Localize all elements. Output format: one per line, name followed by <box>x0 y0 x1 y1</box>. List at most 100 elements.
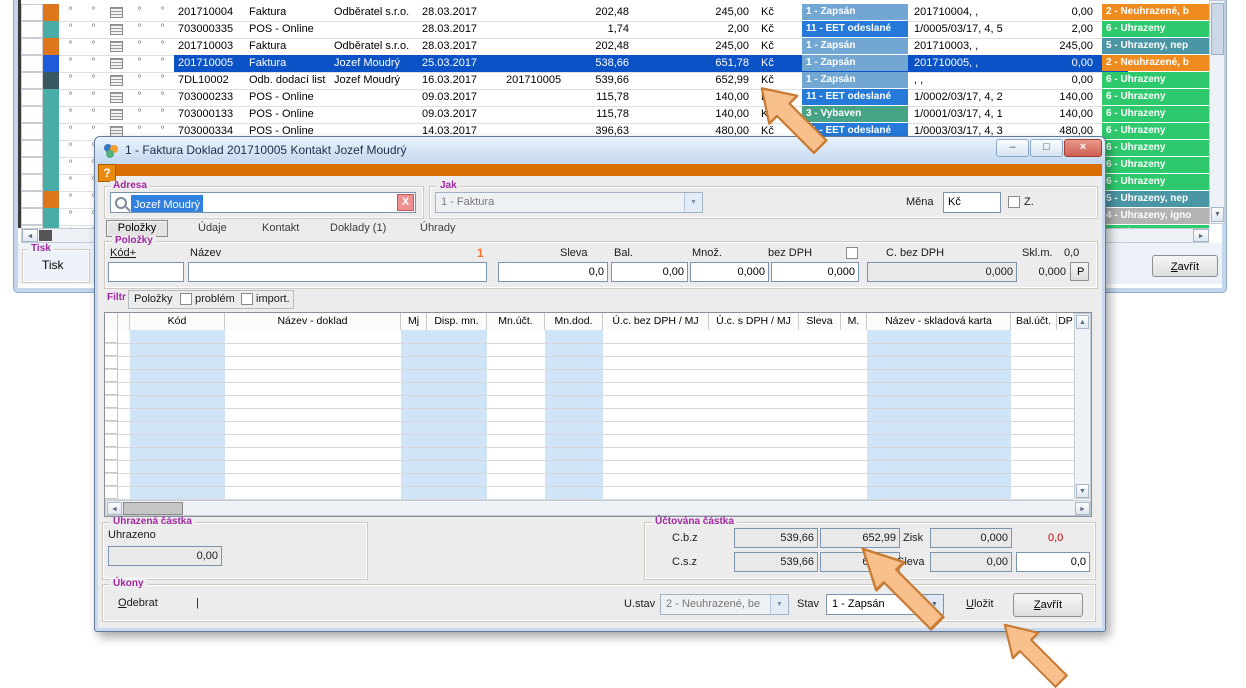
tab-udaje[interactable]: Údaje <box>198 222 227 234</box>
bal-input[interactable]: 0,00 <box>611 262 688 282</box>
items-hscroll-left-icon[interactable]: ◄ <box>107 502 122 515</box>
cell-date: 09.03.2017 <box>418 89 502 106</box>
save-button[interactable]: Uložit <box>966 598 994 610</box>
items-column-header: Bal.účt. <box>1011 313 1057 330</box>
items-row[interactable] <box>105 343 1074 357</box>
problem-checkbox[interactable] <box>180 293 192 305</box>
items-row-selector[interactable] <box>105 460 118 473</box>
items-row-selector[interactable] <box>105 421 118 434</box>
items-row-selector[interactable] <box>105 473 118 486</box>
ustav-dropdown-icon: ▼ <box>770 595 788 614</box>
kod-label[interactable]: Kód+ <box>110 247 136 259</box>
bezdph-input[interactable]: 0,000 <box>771 262 859 282</box>
cell-a2: 140,00 <box>633 89 753 106</box>
mena-input[interactable]: Kč <box>943 192 1001 213</box>
table-row[interactable]: °°°°703000233POS - Online09.03.2017115,7… <box>21 89 1209 107</box>
document-icon <box>105 89 128 106</box>
items-row-selector[interactable] <box>105 434 118 447</box>
main-hscroll-left-icon[interactable]: ◄ <box>22 229 38 242</box>
row-index-cell <box>21 72 43 89</box>
cbz-value-2: 652,99 <box>820 528 900 548</box>
cell-contact: Jozef Moudrý <box>330 55 418 72</box>
cell-a1: 539,66 <box>585 72 633 89</box>
main-hscroll-right-icon[interactable]: ► <box>1193 229 1209 242</box>
items-row[interactable] <box>105 369 1074 383</box>
main-vscrollbar[interactable]: ▼ <box>1209 0 1225 224</box>
dialog-titlebar[interactable]: 1 - Faktura Doklad 201710005 Kontakt Joz… <box>95 137 1105 164</box>
minimize-button[interactable]: – <box>996 139 1029 157</box>
items-row[interactable] <box>105 434 1074 448</box>
items-row[interactable] <box>105 447 1074 461</box>
items-row-selector[interactable] <box>105 447 118 460</box>
ustav-combobox[interactable]: 2 - Neuhrazené, be ▼ <box>660 594 789 615</box>
items-row-selector[interactable] <box>105 395 118 408</box>
tab-doklady[interactable]: Doklady (1) <box>330 222 386 234</box>
tab-uhrady[interactable]: Úhrady <box>420 222 455 234</box>
items-row-selector[interactable] <box>105 486 118 499</box>
import-checkbox[interactable] <box>241 293 253 305</box>
main-vscroll-thumb[interactable] <box>1211 3 1224 55</box>
nazev-input[interactable] <box>188 262 487 282</box>
items-row[interactable] <box>105 330 1074 344</box>
items-row[interactable] <box>105 421 1074 435</box>
maximize-button[interactable]: □ <box>1030 139 1063 157</box>
close-button[interactable]: × <box>1064 139 1102 157</box>
cell-a3: 0,00 <box>1028 4 1097 21</box>
clear-address-icon[interactable]: X <box>397 194 414 211</box>
items-column-header: Název - doklad <box>225 313 401 330</box>
row-color-swatch <box>43 140 59 157</box>
main-vscroll-down-icon[interactable]: ▼ <box>1211 207 1224 222</box>
jak-combobox[interactable]: 1 - Faktura ▼ <box>435 192 703 213</box>
items-row-selector[interactable] <box>105 343 118 356</box>
kod-input[interactable] <box>108 262 184 282</box>
items-hscroll-thumb[interactable] <box>123 502 183 515</box>
items-row[interactable] <box>105 395 1074 409</box>
main-close-button[interactable]: Zavřít <box>1152 255 1218 277</box>
items-row[interactable] <box>105 356 1074 370</box>
items-vscrollbar[interactable]: ▲▼ <box>1074 313 1091 499</box>
sleva-pct-input[interactable]: 0,0 <box>1016 552 1090 572</box>
tab-kontakt[interactable]: Kontakt <box>262 222 299 234</box>
items-row[interactable] <box>105 408 1074 422</box>
items-row-selector[interactable] <box>105 382 118 395</box>
row-color-swatch <box>43 123 59 140</box>
document-icon <box>105 21 128 38</box>
table-row[interactable]: °°°°201710003FakturaOdběratel s.r.o.28.0… <box>21 38 1209 56</box>
adresa-input[interactable]: Jozef Moudrý <box>110 192 416 213</box>
cell-type: Faktura <box>245 38 330 55</box>
table-row[interactable]: °°°°703000133POS - Online09.03.2017115,7… <box>21 106 1209 124</box>
items-row-selector[interactable] <box>105 369 118 382</box>
items-row[interactable] <box>105 460 1074 474</box>
main-hscroll-thumb[interactable] <box>39 230 52 241</box>
dialog-icon <box>103 143 119 159</box>
stav-combobox[interactable]: 1 - Zapsán ▼ <box>826 594 944 615</box>
sklm-label: Skl.m. <box>1022 247 1053 259</box>
tisk-button[interactable]: Tisk <box>42 258 64 272</box>
items-row[interactable] <box>105 486 1074 500</box>
mnoz-input[interactable]: 0,000 <box>690 262 769 282</box>
items-row-selector[interactable] <box>105 356 118 369</box>
bezdph-checkbox[interactable] <box>846 247 858 259</box>
items-vscroll-down-icon[interactable]: ▼ <box>1076 484 1089 498</box>
items-hscroll-right-icon[interactable]: ► <box>1075 502 1090 515</box>
z-checkbox[interactable] <box>1008 196 1020 208</box>
dialog-close-button[interactable]: Zavřít <box>1013 593 1083 617</box>
table-row[interactable]: °°°°201710004FakturaOdběratel s.r.o.28.0… <box>21 4 1209 22</box>
items-vscroll-up-icon[interactable]: ▲ <box>1076 315 1089 329</box>
items-row[interactable] <box>105 473 1074 487</box>
table-row[interactable]: °°°°703000335POS - Online28.03.20171,742… <box>21 21 1209 39</box>
items-row[interactable] <box>105 382 1074 396</box>
items-row-selector[interactable] <box>105 330 118 343</box>
items-hscrollbar[interactable]: ◄► <box>105 500 1091 516</box>
odebrat-button[interactable]: Odebrat <box>118 597 158 609</box>
row-flag-icon: ° <box>82 106 105 123</box>
table-row[interactable]: °°°°201710005FakturaJozef Moudrý25.03.20… <box>21 55 1209 73</box>
payment-status-badge: 6 - Uhrazeny <box>1102 89 1209 105</box>
payment-status-badge: 2 - Neuhrazené, b <box>1102 55 1209 71</box>
table-row[interactable]: °°°°7DL10002Odb. dodací listJozef Moudrý… <box>21 72 1209 90</box>
p-button[interactable]: P <box>1070 262 1089 281</box>
items-row-selector[interactable] <box>105 408 118 421</box>
sleva-input[interactable]: 0,0 <box>498 262 608 282</box>
status-badge: 11 - EET odeslané <box>802 89 908 105</box>
row-flag-icon: ° <box>82 89 105 106</box>
